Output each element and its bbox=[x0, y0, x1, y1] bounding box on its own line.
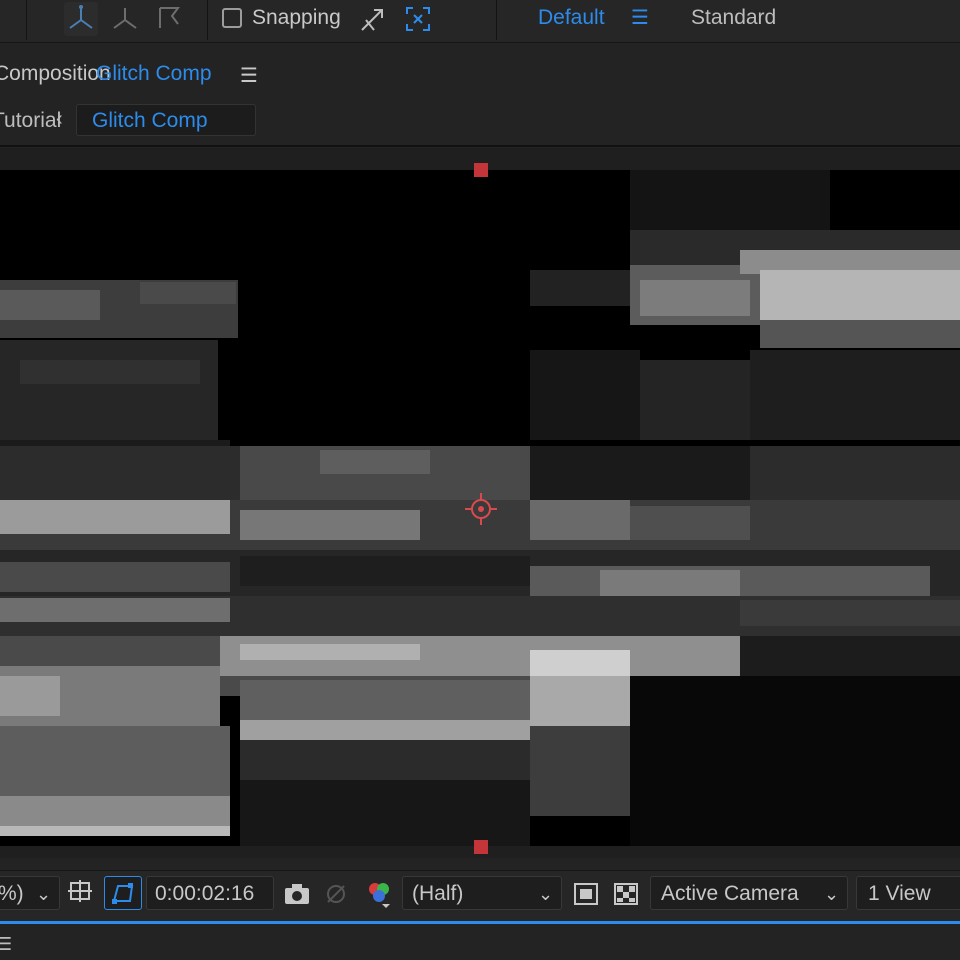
resolution-value: (Half) bbox=[412, 882, 464, 905]
mask-path-icon bbox=[112, 883, 134, 904]
chevron-down-icon[interactable]: ⌄ bbox=[36, 884, 51, 905]
panel-title-prefix: Composition bbox=[0, 62, 111, 85]
camera-value: Active Camera bbox=[661, 882, 799, 905]
composition-frame[interactable] bbox=[0, 170, 960, 846]
axis-world-icon[interactable] bbox=[108, 2, 142, 36]
top-toolbar: Snapping Default ☰ Standard bbox=[0, 0, 960, 43]
fast-previews-icon[interactable] bbox=[572, 880, 600, 908]
breadcrumb-current[interactable]: Glitch Comp bbox=[92, 109, 208, 133]
zoom-value: %) bbox=[0, 882, 24, 905]
toolbar-separator bbox=[207, 0, 208, 40]
workspace-menu-icon[interactable]: ☰ bbox=[631, 5, 649, 30]
panel-comp-name[interactable]: Glitch Comp bbox=[96, 62, 212, 86]
chevron-down-icon[interactable]: ⌄ bbox=[824, 884, 839, 905]
layer-handle-top[interactable] bbox=[474, 163, 488, 177]
breadcrumb-previous[interactable]: Tutorial bbox=[0, 109, 61, 133]
show-snapshot-icon[interactable] bbox=[322, 880, 352, 908]
region-of-interest-icon[interactable] bbox=[66, 878, 96, 908]
color-channels-icon[interactable] bbox=[364, 878, 394, 910]
timeline-panel-header bbox=[0, 924, 960, 960]
timeline-menu-icon[interactable]: ☰ bbox=[0, 934, 12, 955]
panel-menu-icon[interactable]: ☰ bbox=[240, 63, 258, 88]
snap-target-icon[interactable] bbox=[401, 2, 435, 36]
snapping-label: Snapping bbox=[252, 6, 341, 29]
current-time-value: 0:00:02:16 bbox=[155, 882, 255, 905]
view-layout-value: 1 View bbox=[868, 882, 931, 905]
axis-view-icon[interactable] bbox=[152, 2, 186, 36]
transparency-grid-icon[interactable] bbox=[612, 880, 640, 908]
anchor-point-icon[interactable] bbox=[464, 492, 498, 526]
workspace-default[interactable]: Default bbox=[538, 6, 605, 30]
axis-local-icon[interactable] bbox=[64, 2, 98, 36]
toolbar-separator bbox=[26, 0, 27, 40]
layer-handle-bottom[interactable] bbox=[474, 840, 488, 854]
toolbar-separator bbox=[496, 0, 497, 40]
breadcrumb-divider bbox=[0, 145, 960, 147]
snap-arrows-icon[interactable] bbox=[356, 2, 390, 36]
chevron-down-icon[interactable]: ⌄ bbox=[538, 884, 553, 905]
snapping-checkbox[interactable] bbox=[222, 8, 242, 28]
camera-icon[interactable] bbox=[282, 880, 312, 908]
chevron-left-icon[interactable]: ‹ bbox=[56, 108, 63, 131]
workspace-standard[interactable]: Standard bbox=[691, 6, 776, 30]
